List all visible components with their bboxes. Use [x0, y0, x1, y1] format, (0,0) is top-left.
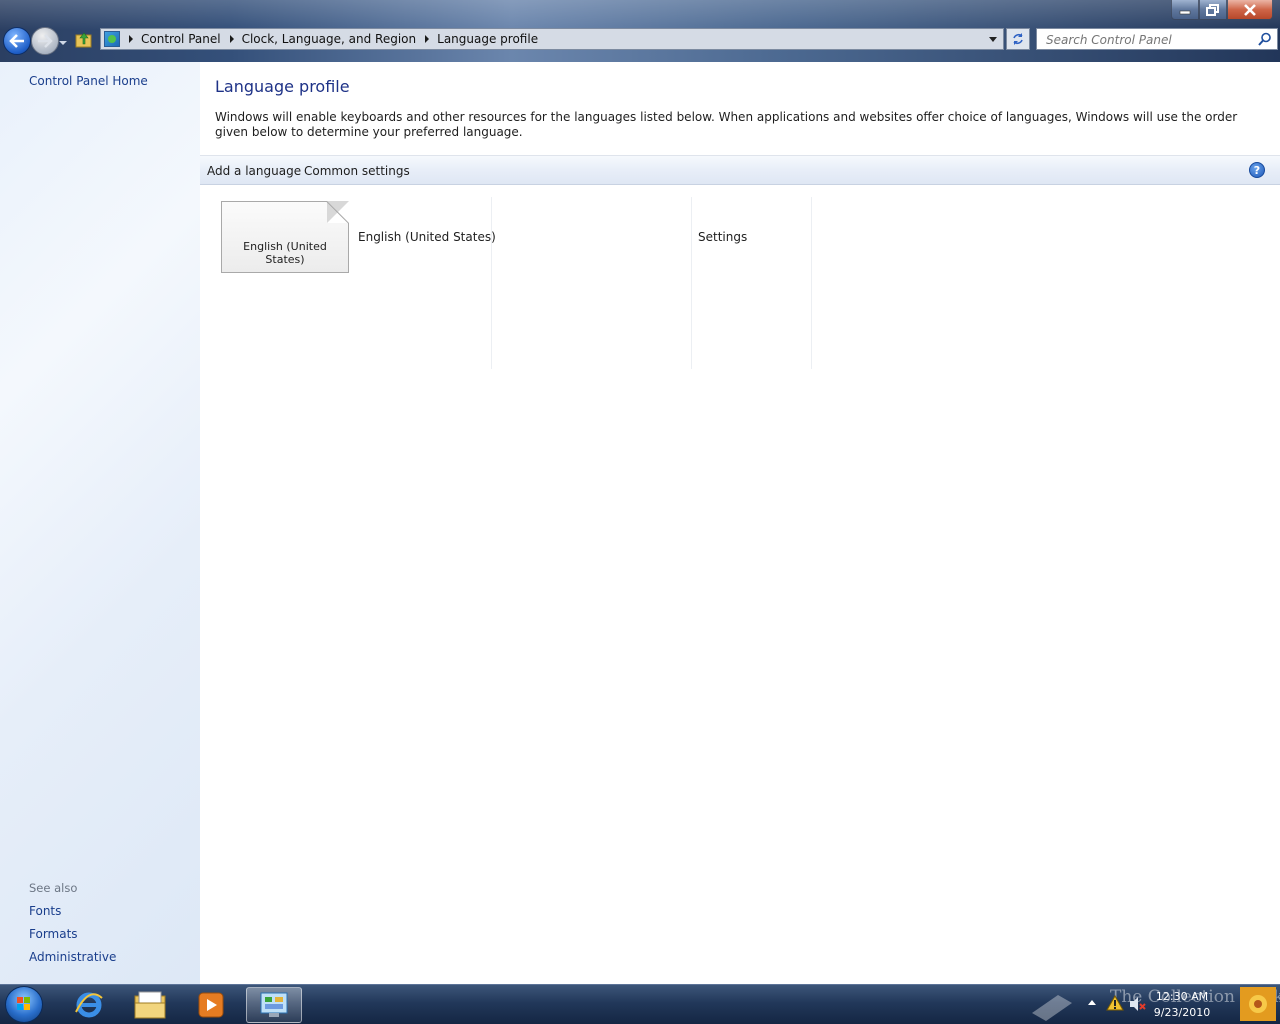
- clock-date[interactable]: 9/23/2010: [1148, 1006, 1216, 1019]
- watermark-logo-icon: [1032, 995, 1072, 1021]
- back-button[interactable]: [3, 27, 31, 55]
- language-tile-label: English (United States): [243, 240, 327, 266]
- refresh-icon: [1013, 33, 1023, 45]
- close-icon: [1244, 3, 1256, 16]
- start-button[interactable]: [5, 986, 43, 1023]
- taskbar: The Collection Book 12:30 AM 9/23/2010: [0, 984, 1280, 1024]
- search-box[interactable]: [1036, 28, 1278, 50]
- see-also-formats-link[interactable]: Formats: [29, 927, 78, 941]
- control-panel-icon: [260, 992, 288, 1017]
- show-hidden-icons-icon[interactable]: [1088, 999, 1096, 1007]
- minimize-button[interactable]: [1171, 0, 1199, 20]
- notification-area: The Collection Book 12:30 AM 9/23/2010: [1020, 985, 1280, 1023]
- breadcrumb-control-panel[interactable]: Control Panel: [141, 32, 221, 46]
- restore-icon: [1206, 3, 1219, 16]
- close-button[interactable]: [1227, 0, 1273, 20]
- taskbar-control-panel[interactable]: [246, 987, 302, 1023]
- page-title: Language profile: [215, 77, 350, 96]
- language-tile[interactable]: English (United States): [221, 201, 349, 273]
- taskbar-windows-explorer[interactable]: [122, 987, 178, 1023]
- show-desktop-button[interactable]: [1236, 985, 1280, 1023]
- forward-button[interactable]: [31, 27, 59, 55]
- clock-time[interactable]: 12:30 AM: [1152, 990, 1212, 1003]
- arrow-right-icon: [38, 34, 53, 48]
- task-pane: Control Panel Home See also Fonts Format…: [0, 62, 200, 984]
- language-name: English (United States): [358, 230, 496, 244]
- breadcrumb-clock-language-region[interactable]: Clock, Language, and Region: [242, 32, 417, 46]
- taskbar-media-player[interactable]: [183, 987, 239, 1023]
- search-icon[interactable]: [1258, 32, 1272, 46]
- content-pane: Language profile Windows will enable key…: [200, 62, 1280, 984]
- volume-muted-icon[interactable]: [1128, 996, 1146, 1012]
- breadcrumb-separator-icon[interactable]: [229, 35, 234, 43]
- folder-up-icon: [75, 32, 92, 48]
- arrow-left-icon: [9, 34, 24, 48]
- window-title-bar: Control Panel Clock, Language, and Regio…: [0, 0, 1280, 62]
- user-flower-thumbnail-icon: [1240, 987, 1276, 1021]
- restore-button[interactable]: [1199, 0, 1227, 20]
- see-also-heading: See also: [29, 881, 78, 895]
- help-icon[interactable]: ?: [1249, 162, 1265, 178]
- see-also-administrative-link[interactable]: Administrative: [29, 950, 116, 964]
- language-settings-link[interactable]: Settings: [698, 230, 747, 244]
- chevron-down-icon: [59, 41, 67, 45]
- action-center-warning-icon[interactable]: [1106, 995, 1124, 1011]
- add-language-button[interactable]: Add a language: [207, 164, 301, 178]
- windows-explorer-icon: [134, 991, 166, 1019]
- taskbar-internet-explorer[interactable]: [61, 987, 117, 1023]
- common-settings-button[interactable]: Common settings: [304, 164, 410, 178]
- search-input[interactable]: [1044, 30, 1254, 50]
- up-folder-button[interactable]: [75, 30, 93, 48]
- column-divider: [811, 197, 812, 369]
- command-bar: Add a language Common settings ?: [200, 155, 1280, 185]
- window-controls: [1171, 0, 1273, 20]
- column-divider: [691, 197, 692, 369]
- internet-explorer-icon: [75, 992, 103, 1018]
- address-dropdown-icon[interactable]: [989, 37, 997, 42]
- windows-logo-icon: [17, 997, 30, 1010]
- control-panel-icon: [104, 31, 120, 47]
- refresh-button[interactable]: [1006, 28, 1030, 50]
- breadcrumb-separator-icon[interactable]: [129, 35, 133, 43]
- media-player-icon: [198, 992, 224, 1018]
- minimize-icon: [1179, 10, 1191, 14]
- breadcrumb-separator-icon[interactable]: [425, 35, 430, 43]
- page-fold-icon: [327, 201, 349, 223]
- page-description: Windows will enable keyboards and other …: [215, 110, 1238, 139]
- address-bar[interactable]: Control Panel Clock, Language, and Regio…: [100, 28, 1004, 50]
- column-divider: [491, 197, 492, 369]
- see-also-fonts-link[interactable]: Fonts: [29, 904, 61, 918]
- control-panel-home-link[interactable]: Control Panel Home: [29, 74, 148, 88]
- breadcrumb-language-profile[interactable]: Language profile: [437, 32, 538, 46]
- recent-pages-dropdown[interactable]: [59, 36, 67, 45]
